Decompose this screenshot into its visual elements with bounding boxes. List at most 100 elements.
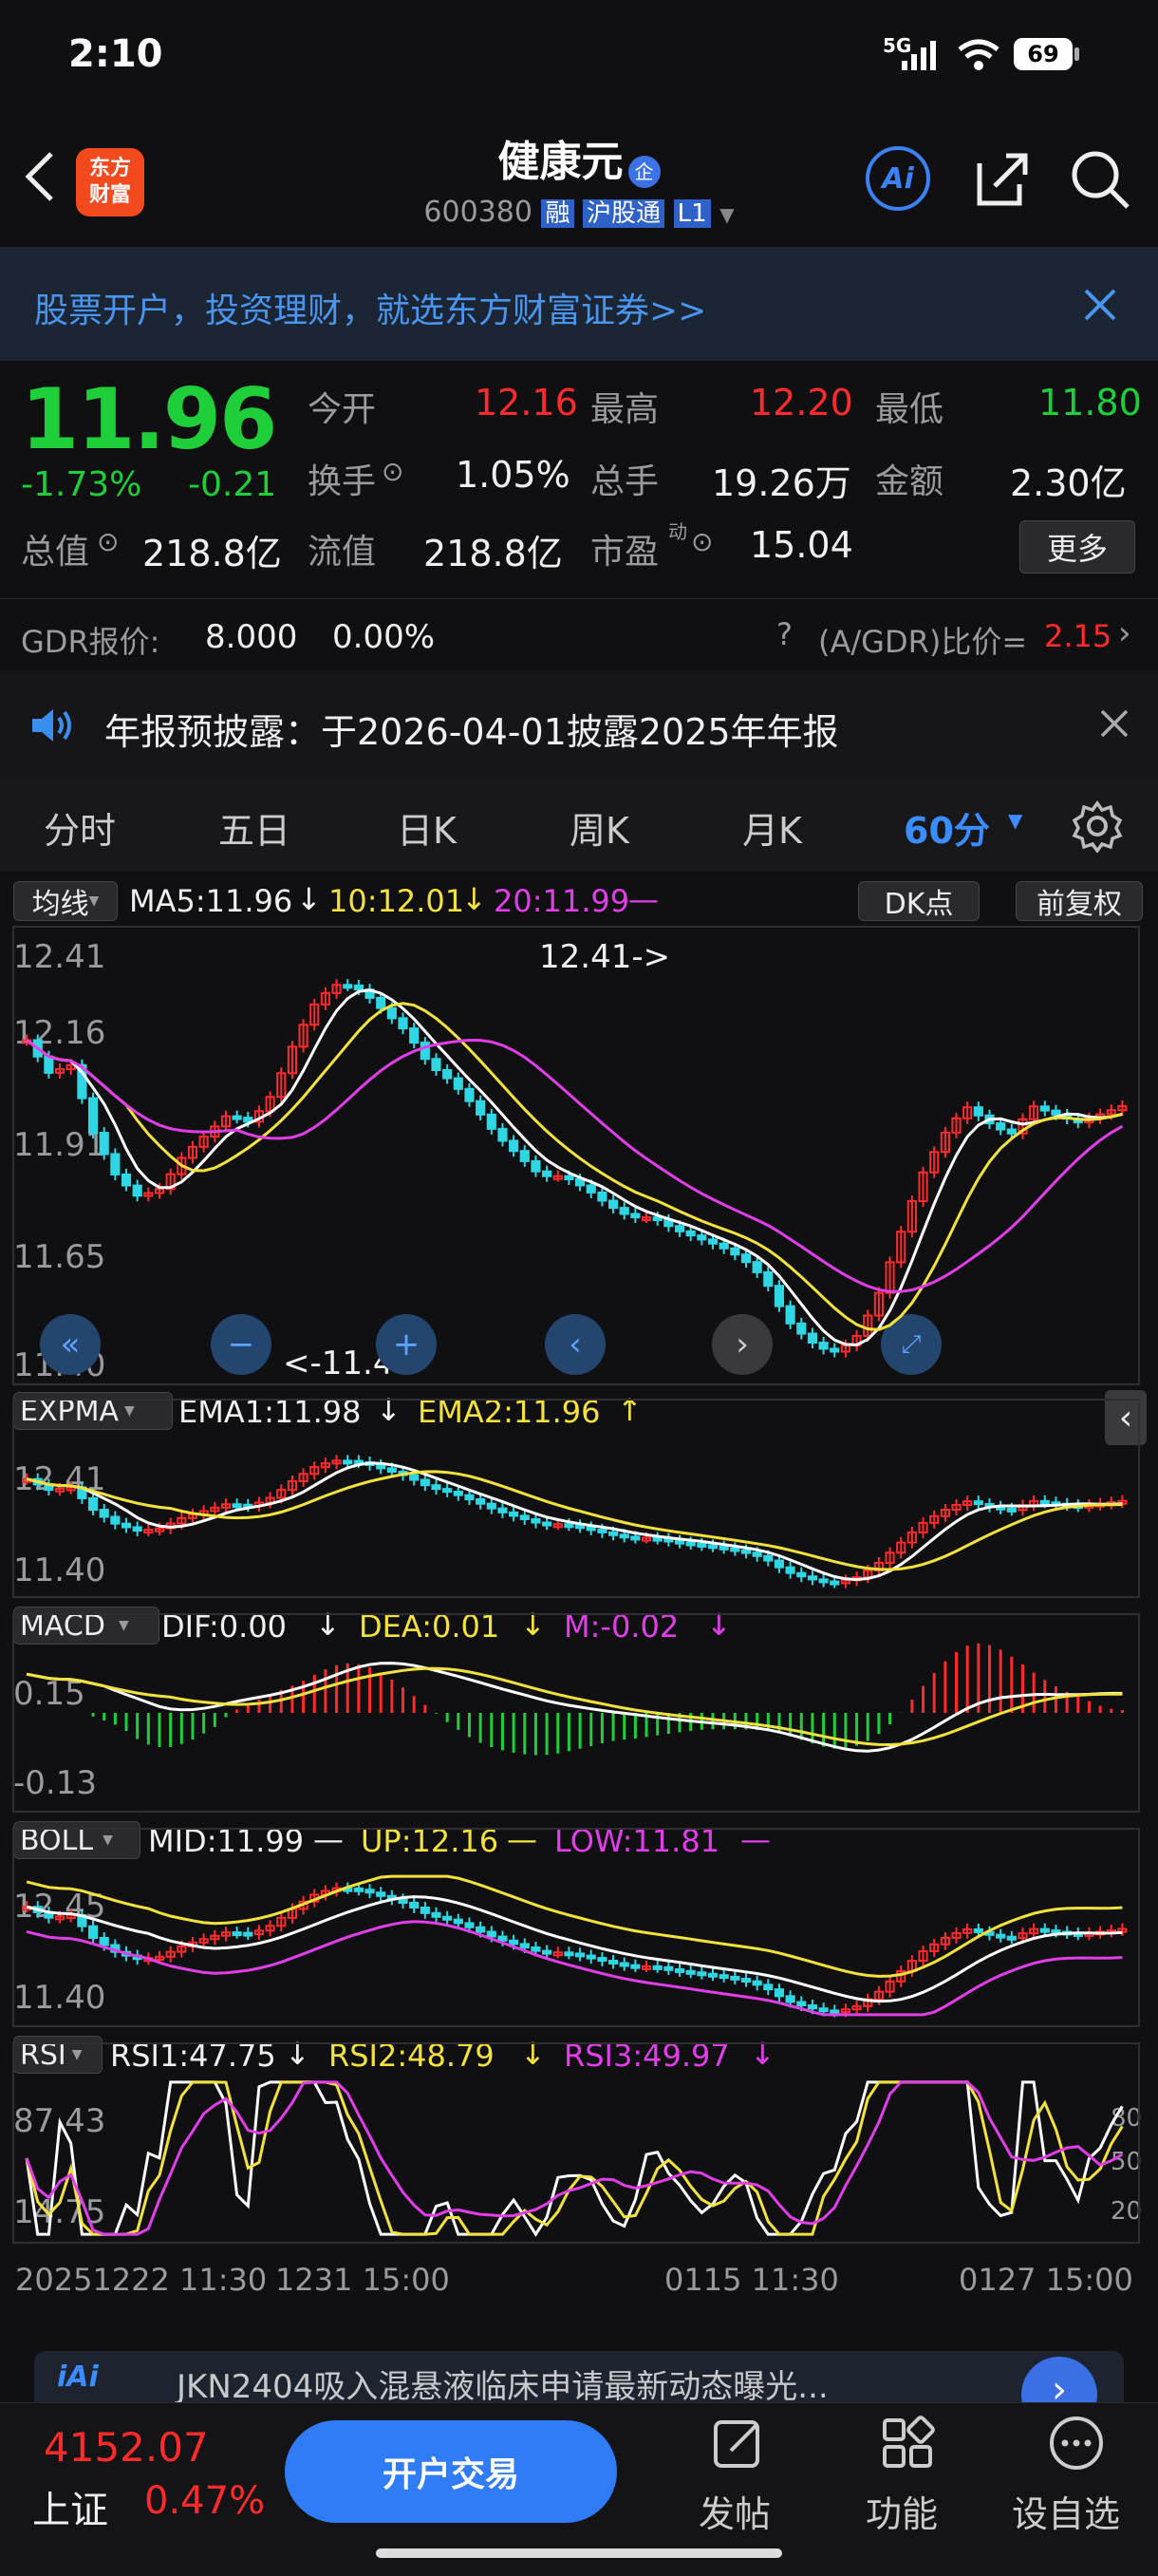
rsi3-line (25, 2080, 1124, 2236)
tab-intraday[interactable]: 分时 (44, 801, 116, 854)
mktcap-label: 总值 (21, 533, 90, 572)
kline-chart-area[interactable]: 均线 ▼ MA5:11.96 ↓ 10:12.01 ↓ 20:11.99 — DK… (0, 872, 1158, 2324)
banner-text: 股票开户，投资理财，就选东方财富证券>> (34, 291, 707, 330)
tab-daily[interactable]: 日K (397, 801, 457, 854)
index-value[interactable]: 4152.07 (44, 2424, 209, 2471)
close-icon[interactable] (1082, 287, 1118, 323)
boll-candle (519, 1943, 530, 1948)
search-icon[interactable] (1069, 148, 1131, 211)
ema-candle (121, 1522, 132, 1529)
boll-candle (476, 1926, 486, 1933)
boll-candle (1006, 1935, 1017, 1941)
news-ad-strip[interactable]: iAi JKN2404吸入混悬液临床申请最新动态曝光... › (34, 2351, 1124, 2404)
ad-go-icon[interactable]: › (1021, 2357, 1097, 2404)
main-candle (110, 1153, 121, 1175)
boll-candle (232, 1931, 242, 1937)
tab-monthly[interactable]: 月K (742, 801, 802, 854)
boll-candle (740, 1978, 752, 1984)
tab-60min[interactable]: 60分 (904, 801, 990, 854)
ema-candle (409, 1474, 420, 1481)
main-candle (509, 1139, 519, 1153)
index-pct: 0.47% (144, 2479, 266, 2523)
function-label[interactable]: 功能 (866, 2485, 938, 2537)
boll-candle (619, 1962, 629, 1967)
open-value: 12.16 (475, 382, 578, 423)
more-button[interactable]: 更多 (1019, 520, 1135, 573)
gdr-price: 8.000 (205, 618, 298, 656)
ema-candle (476, 1497, 486, 1505)
tag-hgt: 沪股通 (583, 199, 665, 228)
announcement-bar[interactable]: 年报预披露：于2026-04-01披露2025年年报 (0, 670, 1158, 777)
float-label: 流值 (308, 533, 377, 572)
boll-candle (409, 1902, 420, 1909)
boll-candle (830, 2009, 840, 2015)
boll-candle (453, 1918, 463, 1925)
ema-candle (586, 1526, 596, 1532)
promo-banner[interactable]: 股票开户，投资理财，就选东方财富证券>> (0, 247, 1158, 361)
home-indicator[interactable] (376, 2548, 782, 2558)
turnover-value: 1.05% (456, 454, 570, 496)
gdr-row[interactable]: GDR报价: 8.000 0.00% ? (A/GDR)比价= 2.15 › (0, 598, 1158, 671)
ema-candle (486, 1502, 496, 1510)
boll-low-line (26, 1920, 1123, 2017)
boll-up-line (26, 1874, 1123, 1978)
gear-icon[interactable] (1071, 799, 1124, 853)
ma20-line (26, 1038, 1124, 1293)
gdr-pct: 0.00% (332, 618, 436, 656)
ema-candle (818, 1578, 829, 1584)
main-candle (719, 1242, 729, 1250)
main-candle (431, 1058, 441, 1071)
ema-candle (376, 1463, 386, 1470)
boll-candle (420, 1907, 430, 1914)
main-candle (1051, 1109, 1061, 1116)
boll-candle (243, 1931, 253, 1937)
stock-name: 健康元 (497, 138, 624, 186)
ema-candle (386, 1467, 397, 1473)
status-bar: 2:10 5G 69 (0, 0, 1158, 114)
pe-superscript: 动 (668, 520, 687, 543)
boll-candle (752, 1980, 762, 1986)
caret-down-icon[interactable]: ▼ (1008, 809, 1022, 832)
ema-candle (807, 1575, 818, 1581)
chevron-right-icon[interactable]: › (1118, 614, 1131, 652)
boll-candle (99, 1936, 109, 1946)
rsi2-line (25, 2080, 1124, 2236)
ema-candle (607, 1531, 619, 1536)
post-label[interactable]: 发帖 (699, 2485, 771, 2537)
help-icon[interactable]: ? (776, 616, 793, 652)
ai-button[interactable]: Ai (866, 146, 930, 211)
ad-text: JKN2404吸入混悬液临床申请最新动态曝光... (177, 2368, 829, 2404)
main-candle (830, 1347, 840, 1353)
indicator-chart-canvas[interactable] (0, 872, 1158, 2324)
pe-value: 15.04 (750, 524, 853, 566)
post-icon[interactable] (710, 2415, 767, 2472)
ema-candle (343, 1459, 353, 1465)
ema-candle (509, 1511, 519, 1517)
ema-candle (519, 1514, 530, 1520)
tab-weekly[interactable]: 周K (570, 801, 629, 854)
pe-info-icon[interactable]: ⊙ (691, 526, 713, 557)
main-candle (353, 984, 364, 991)
watchlist-label[interactable]: 设自选 (1012, 2485, 1120, 2537)
main-candle (1006, 1128, 1017, 1135)
ema-candle (431, 1484, 441, 1491)
main-candle (564, 1175, 574, 1180)
function-icon[interactable] (879, 2415, 936, 2472)
tab-5day[interactable]: 五日 (218, 801, 290, 854)
boll-candle (586, 1954, 596, 1960)
boll-candle (719, 1974, 729, 1980)
announcement-text: 年报预披露：于2026-04-01披露2025年年报 (104, 711, 839, 753)
ema-candle (796, 1571, 807, 1578)
open-account-button[interactable]: 开户交易 (285, 2420, 617, 2523)
boll-candle (996, 1933, 1006, 1939)
signal-icon (902, 41, 936, 70)
close-icon[interactable] (1099, 708, 1130, 739)
boll-candle (697, 1971, 707, 1977)
turnover-info-icon[interactable]: ⊙ (382, 456, 403, 487)
share-icon[interactable] (972, 148, 1033, 209)
low-value: 11.80 (1038, 382, 1142, 423)
level-dropdown-icon[interactable]: ▼ (719, 203, 734, 226)
mktcap-info-icon[interactable]: ⊙ (97, 526, 119, 557)
more-dots-icon[interactable] (1046, 2413, 1107, 2473)
boll-candle (442, 1915, 453, 1921)
